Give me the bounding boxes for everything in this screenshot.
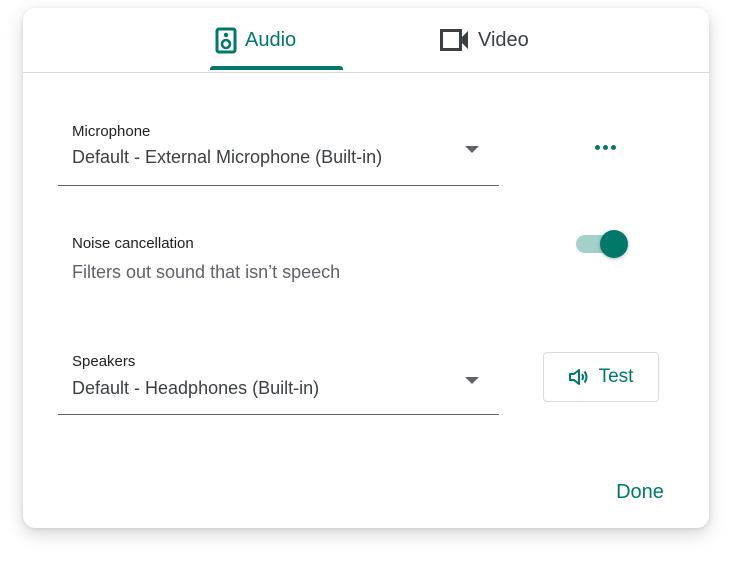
microphone-select[interactable]: Microphone Default - External Microphone… [58, 106, 499, 186]
microphone-more-options-button[interactable] [583, 131, 627, 163]
audio-settings-dialog: Audio Video Microphone Default - Externa… [23, 8, 709, 528]
noise-cancellation-label: Noise cancellation [72, 235, 194, 252]
test-speakers-button[interactable]: Test [543, 352, 659, 402]
tab-audio[interactable]: Audio [215, 8, 296, 72]
tab-video[interactable]: Video [440, 8, 529, 72]
speakers-value: Default - Headphones (Built-in) [72, 378, 320, 398]
speakers-select[interactable]: Speakers Default - Headphones (Built-in) [58, 338, 499, 415]
speakers-label: Speakers [72, 353, 136, 370]
done-button-label: Done [616, 480, 664, 503]
tab-video-label: Video [478, 28, 529, 51]
active-tab-indicator [210, 66, 343, 70]
test-button-label: Test [598, 366, 634, 387]
dropdown-arrow-icon [465, 377, 479, 384]
tab-audio-label: Audio [245, 28, 297, 51]
settings-tabs: Audio Video [23, 8, 709, 73]
microphone-label: Microphone [72, 123, 151, 140]
done-button[interactable]: Done [605, 476, 675, 508]
speaker-icon [215, 27, 237, 54]
volume-icon [568, 369, 589, 385]
noise-cancellation-toggle[interactable] [574, 230, 632, 258]
microphone-value: Default - External Microphone (Built-in) [72, 147, 383, 167]
toggle-thumb [600, 230, 628, 258]
videocam-icon [440, 29, 470, 51]
noise-cancellation-description: Filters out sound that isn’t speech [72, 262, 341, 282]
more-horizontal-icon [593, 144, 617, 150]
dropdown-arrow-icon [465, 146, 479, 153]
